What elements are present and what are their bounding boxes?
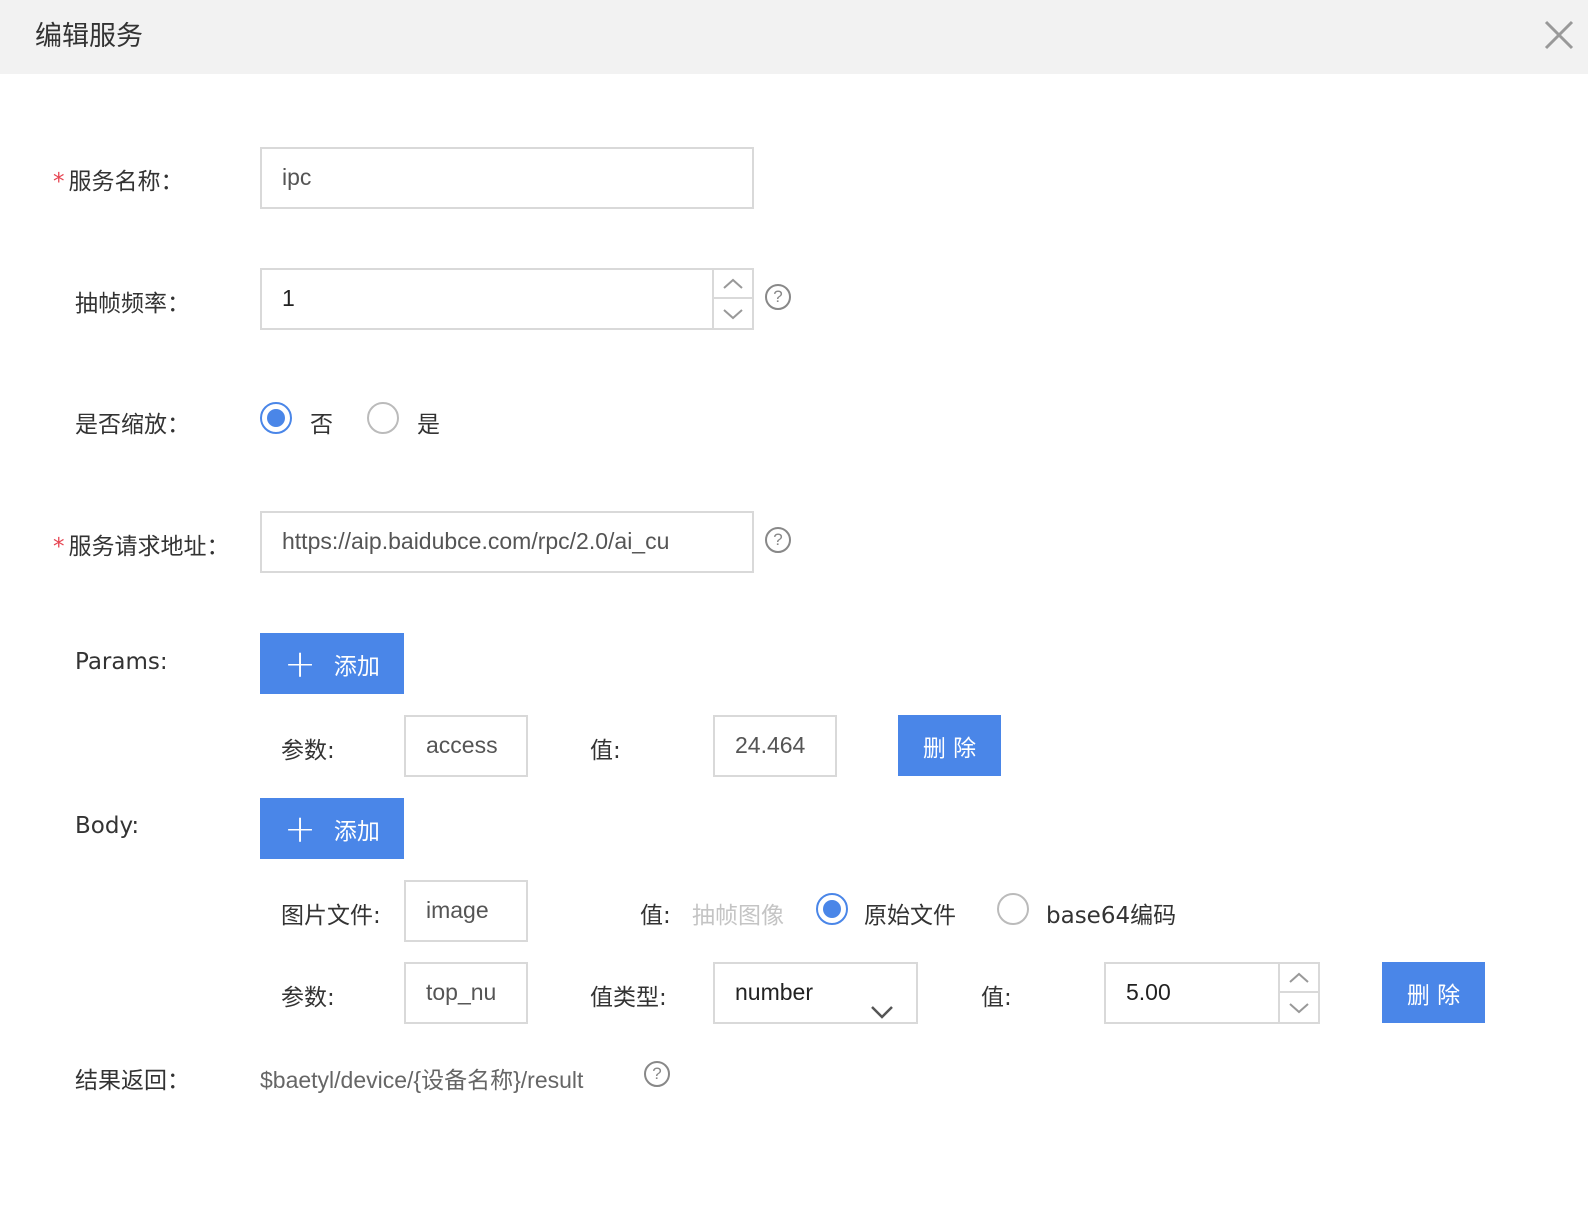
- dialog-header: 编辑服务: [0, 0, 1588, 74]
- body-value-text: 5.00: [1126, 979, 1171, 1005]
- service-url-input[interactable]: https://aip.baidubce.com/rpc/2.0/ai_cu: [260, 511, 754, 573]
- service-name-input[interactable]: ipc: [260, 147, 754, 209]
- body-value-label: 值:: [981, 985, 1012, 1011]
- image-value-label: 值:: [640, 903, 671, 929]
- body-add-button[interactable]: + 添加: [260, 798, 404, 859]
- service-name-label: * 服务名称：: [53, 162, 184, 196]
- image-file-input[interactable]: image: [404, 880, 528, 942]
- help-icon[interactable]: ?: [765, 284, 791, 310]
- image-option-base64: base64编码: [1046, 903, 1177, 929]
- image-radio-base64[interactable]: [997, 893, 1029, 925]
- body-delete-button[interactable]: 删 除: [1382, 962, 1485, 1023]
- required-mark: *: [53, 534, 65, 560]
- image-option-frame: 抽帧图像: [692, 903, 784, 929]
- result-topic: $baetyl/device/{设备名称}/result: [260, 1067, 584, 1093]
- body-add-label: 添加: [333, 818, 380, 845]
- params-delete-button[interactable]: 删 除: [898, 715, 1001, 776]
- image-radio-original[interactable]: [816, 893, 848, 925]
- params-add-label: 添加: [333, 653, 380, 680]
- params-param-input[interactable]: access: [404, 715, 528, 777]
- scale-option-yes: 是: [417, 412, 440, 438]
- chevron-down-icon[interactable]: [714, 299, 752, 328]
- value-type-select[interactable]: number: [713, 962, 918, 1024]
- result-label: 结果返回：: [75, 1068, 190, 1094]
- body-param-input[interactable]: top_nu: [404, 962, 528, 1024]
- params-param-label: 参数:: [281, 738, 335, 764]
- close-icon[interactable]: [1540, 14, 1580, 54]
- body-value-stepper: [1278, 964, 1318, 1022]
- params-label: Params:: [75, 649, 168, 675]
- body-label: Body:: [75, 813, 140, 839]
- frame-rate-label: 抽帧频率：: [75, 291, 190, 317]
- value-type-label: 值类型:: [590, 985, 667, 1011]
- scale-label: 是否缩放：: [75, 412, 190, 438]
- scale-option-no: 否: [310, 412, 333, 438]
- dialog-title: 编辑服务: [35, 21, 143, 52]
- scale-radio-no[interactable]: [260, 402, 292, 434]
- image-option-original: 原始文件: [864, 903, 956, 929]
- plus-icon: +: [284, 806, 316, 851]
- frame-rate-stepper: [712, 270, 752, 328]
- required-mark: *: [53, 169, 65, 195]
- plus-icon: +: [284, 641, 316, 686]
- help-icon[interactable]: ?: [765, 527, 791, 553]
- params-value-input[interactable]: 24.464: [713, 715, 837, 777]
- service-url-label-text: 服务请求地址：: [68, 534, 230, 560]
- chevron-down-icon: [870, 984, 894, 1019]
- frame-rate-value: 1: [282, 285, 295, 311]
- body-value-input[interactable]: 5.00: [1104, 962, 1320, 1024]
- chevron-up-icon[interactable]: [714, 270, 752, 299]
- params-add-button[interactable]: + 添加: [260, 633, 404, 694]
- params-value-label: 值:: [590, 738, 621, 764]
- service-name-label-text: 服务名称：: [68, 169, 184, 195]
- value-type-selected: number: [735, 979, 813, 1005]
- scale-radio-yes[interactable]: [367, 402, 399, 434]
- service-url-label: * 服务请求地址：: [53, 527, 230, 561]
- chevron-up-icon[interactable]: [1280, 964, 1318, 993]
- help-icon[interactable]: ?: [644, 1061, 670, 1087]
- body-param-label: 参数:: [281, 985, 335, 1011]
- image-file-label: 图片文件:: [281, 903, 381, 929]
- chevron-down-icon[interactable]: [1280, 993, 1318, 1022]
- frame-rate-input[interactable]: 1: [260, 268, 754, 330]
